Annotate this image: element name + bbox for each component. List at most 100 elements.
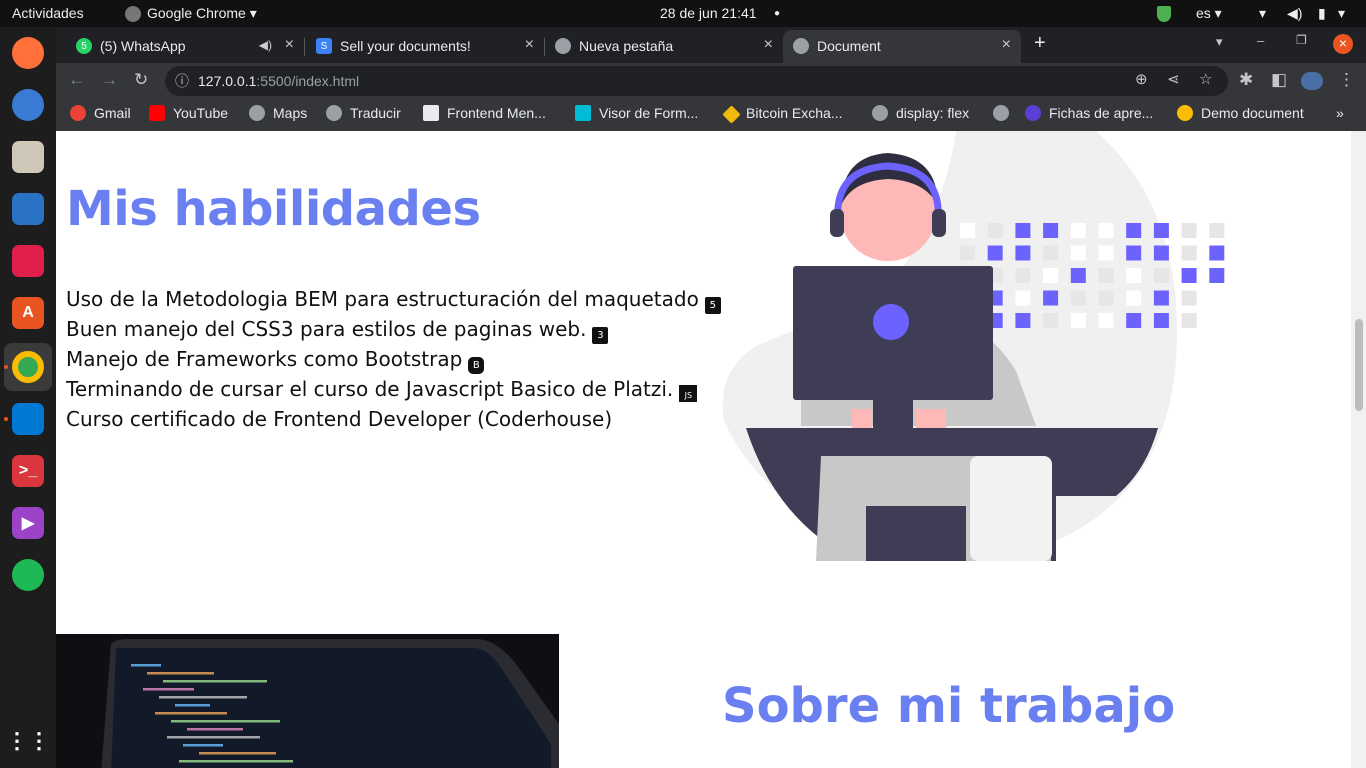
profile-avatar[interactable]	[1301, 72, 1323, 90]
running-indicator	[4, 417, 8, 421]
volume-icon[interactable]: ◀)	[1287, 5, 1302, 22]
activities-button[interactable]: Actividades	[12, 5, 84, 21]
app-menu[interactable]: Google Chrome ▾	[147, 5, 257, 22]
grid-dot	[1153, 313, 1169, 328]
grid-dot	[1126, 245, 1142, 261]
grid-dot	[1098, 245, 1114, 261]
bookmark-display-flex[interactable]: display: flex	[872, 105, 969, 121]
grid-dot	[1043, 313, 1059, 328]
toolbar: ← → ↻ ⓘ 127.0.0.1:5500/index.html ⊕ ⋖ ☆ …	[56, 63, 1366, 99]
screenshot-icon[interactable]	[12, 245, 44, 277]
grid-dot	[1126, 223, 1142, 238]
side-panel-icon[interactable]: ◧	[1271, 70, 1287, 90]
bookmark-label: Frontend Men...	[447, 105, 546, 121]
extensions-icon[interactable]: ✱	[1239, 70, 1253, 90]
bookmark-label: Traducir	[350, 105, 401, 121]
writer-icon[interactable]	[12, 193, 44, 225]
skill-text: Terminando de cursar el curso de Javascr…	[66, 377, 674, 401]
new-tab-button[interactable]: +	[1034, 32, 1046, 55]
system-menu-icon[interactable]: ▾	[1338, 5, 1345, 22]
google-drive-icon	[1177, 105, 1193, 121]
globe-icon	[872, 105, 888, 121]
web-page: Mis habilidades Uso de la Metodologia BE…	[56, 131, 1351, 768]
spotify-icon[interactable]	[12, 559, 44, 591]
bookmark-visor[interactable]: Visor de Form...	[575, 105, 698, 121]
grid-dot	[1181, 268, 1197, 283]
google-icon	[70, 105, 86, 121]
grid-dot	[987, 245, 1003, 261]
chrome-dock-icon[interactable]	[12, 351, 44, 383]
fichas-icon	[1025, 105, 1041, 121]
skills-heading: Mis habilidades	[66, 181, 481, 237]
share-icon[interactable]: ⋖	[1167, 70, 1180, 88]
language-label: es	[1196, 5, 1211, 21]
tab-new-tab[interactable]: Nueva pestaña ×	[545, 30, 783, 63]
grid-dot	[1126, 290, 1142, 306]
zoom-icon[interactable]: ⊕	[1135, 70, 1148, 88]
youtube-icon	[149, 105, 165, 121]
browser-window: 5 (5) WhatsApp ◀) × S Sell your document…	[56, 27, 1366, 131]
clock[interactable]: 28 de jun 21:41	[660, 5, 757, 21]
bookmark-label: Demo document	[1201, 105, 1304, 121]
bookmark-youtube[interactable]: YouTube	[149, 105, 228, 121]
wifi-icon[interactable]: ▾	[1259, 5, 1266, 22]
bookmark-maps[interactable]: Maps	[249, 105, 307, 121]
language-selector[interactable]: es ▾	[1196, 5, 1222, 22]
grid-dot	[1098, 268, 1114, 283]
battery-icon[interactable]: ▮	[1318, 5, 1326, 22]
bookmark-untitled[interactable]	[993, 105, 1017, 121]
bookmark-star-icon[interactable]: ☆	[1199, 70, 1212, 88]
tab-whatsapp[interactable]: 5 (5) WhatsApp ◀) ×	[66, 30, 305, 63]
audio-icon[interactable]: ◀)	[259, 38, 272, 52]
bookmark-fichas[interactable]: Fichas de apre...	[1025, 105, 1153, 121]
minimize-icon[interactable]: –	[1257, 33, 1264, 48]
tab-document[interactable]: Document ×	[783, 30, 1021, 63]
grid-dot	[1181, 290, 1197, 306]
shield-icon[interactable]	[1157, 6, 1171, 22]
app-grid-icon[interactable]: ⋮⋮	[6, 725, 50, 757]
code-line	[187, 728, 243, 731]
bookmark-demo-document[interactable]: Demo document	[1177, 105, 1304, 121]
page-scrollbar[interactable]	[1351, 131, 1366, 768]
close-icon[interactable]: ×	[525, 36, 534, 54]
globe-icon	[993, 105, 1009, 121]
javascript-icon: JS	[679, 385, 698, 402]
more-bookmarks-icon[interactable]: »	[1336, 105, 1344, 121]
code-line	[183, 744, 223, 747]
bookmark-label: Fichas de apre...	[1049, 105, 1154, 121]
thunderbird-icon[interactable]	[12, 89, 44, 121]
forward-icon[interactable]: →	[101, 70, 118, 90]
menu-icon[interactable]: ⋮	[1338, 70, 1355, 90]
maximize-icon[interactable]: ❐	[1296, 33, 1307, 47]
info-icon[interactable]: ⓘ	[175, 71, 189, 91]
close-icon[interactable]: ×	[1002, 36, 1011, 54]
grid-dot	[1209, 313, 1225, 328]
chrome-icon	[125, 6, 141, 22]
grid-dot	[1015, 245, 1031, 261]
globe-icon	[326, 105, 342, 121]
scrollbar-thumb[interactable]	[1355, 319, 1363, 411]
video-player-icon[interactable]: ▶	[12, 507, 44, 539]
bookmark-frontend-mentor[interactable]: Frontend Men...	[423, 105, 546, 121]
grid-dot	[1043, 245, 1059, 261]
bookmark-traducir[interactable]: Traducir	[326, 105, 401, 121]
software-center-icon[interactable]: A	[12, 297, 44, 329]
firefox-icon[interactable]	[12, 37, 44, 69]
bookmark-bitcoin[interactable]: Bitcoin Excha...	[722, 105, 843, 124]
code-line	[147, 672, 214, 675]
code-line	[143, 688, 194, 691]
terminal-icon[interactable]: >_	[12, 455, 44, 487]
reload-icon[interactable]: ↻	[134, 70, 148, 90]
vscode-icon[interactable]	[12, 403, 44, 435]
tab-sell-documents[interactable]: S Sell your documents! ×	[306, 30, 545, 63]
close-icon[interactable]: ×	[285, 36, 294, 54]
back-icon[interactable]: ←	[68, 70, 85, 90]
url-text[interactable]: 127.0.0.1:5500/index.html	[198, 73, 359, 89]
tab-search-icon[interactable]: ▾	[1216, 34, 1223, 50]
globe-icon	[249, 105, 265, 121]
close-window-icon[interactable]: ×	[1333, 34, 1353, 54]
close-icon[interactable]: ×	[764, 36, 773, 54]
address-bar[interactable]: ⓘ 127.0.0.1:5500/index.html ⊕ ⋖ ☆	[165, 66, 1228, 96]
bookmark-gmail[interactable]: Gmail	[70, 105, 131, 121]
files-icon[interactable]	[12, 141, 44, 173]
